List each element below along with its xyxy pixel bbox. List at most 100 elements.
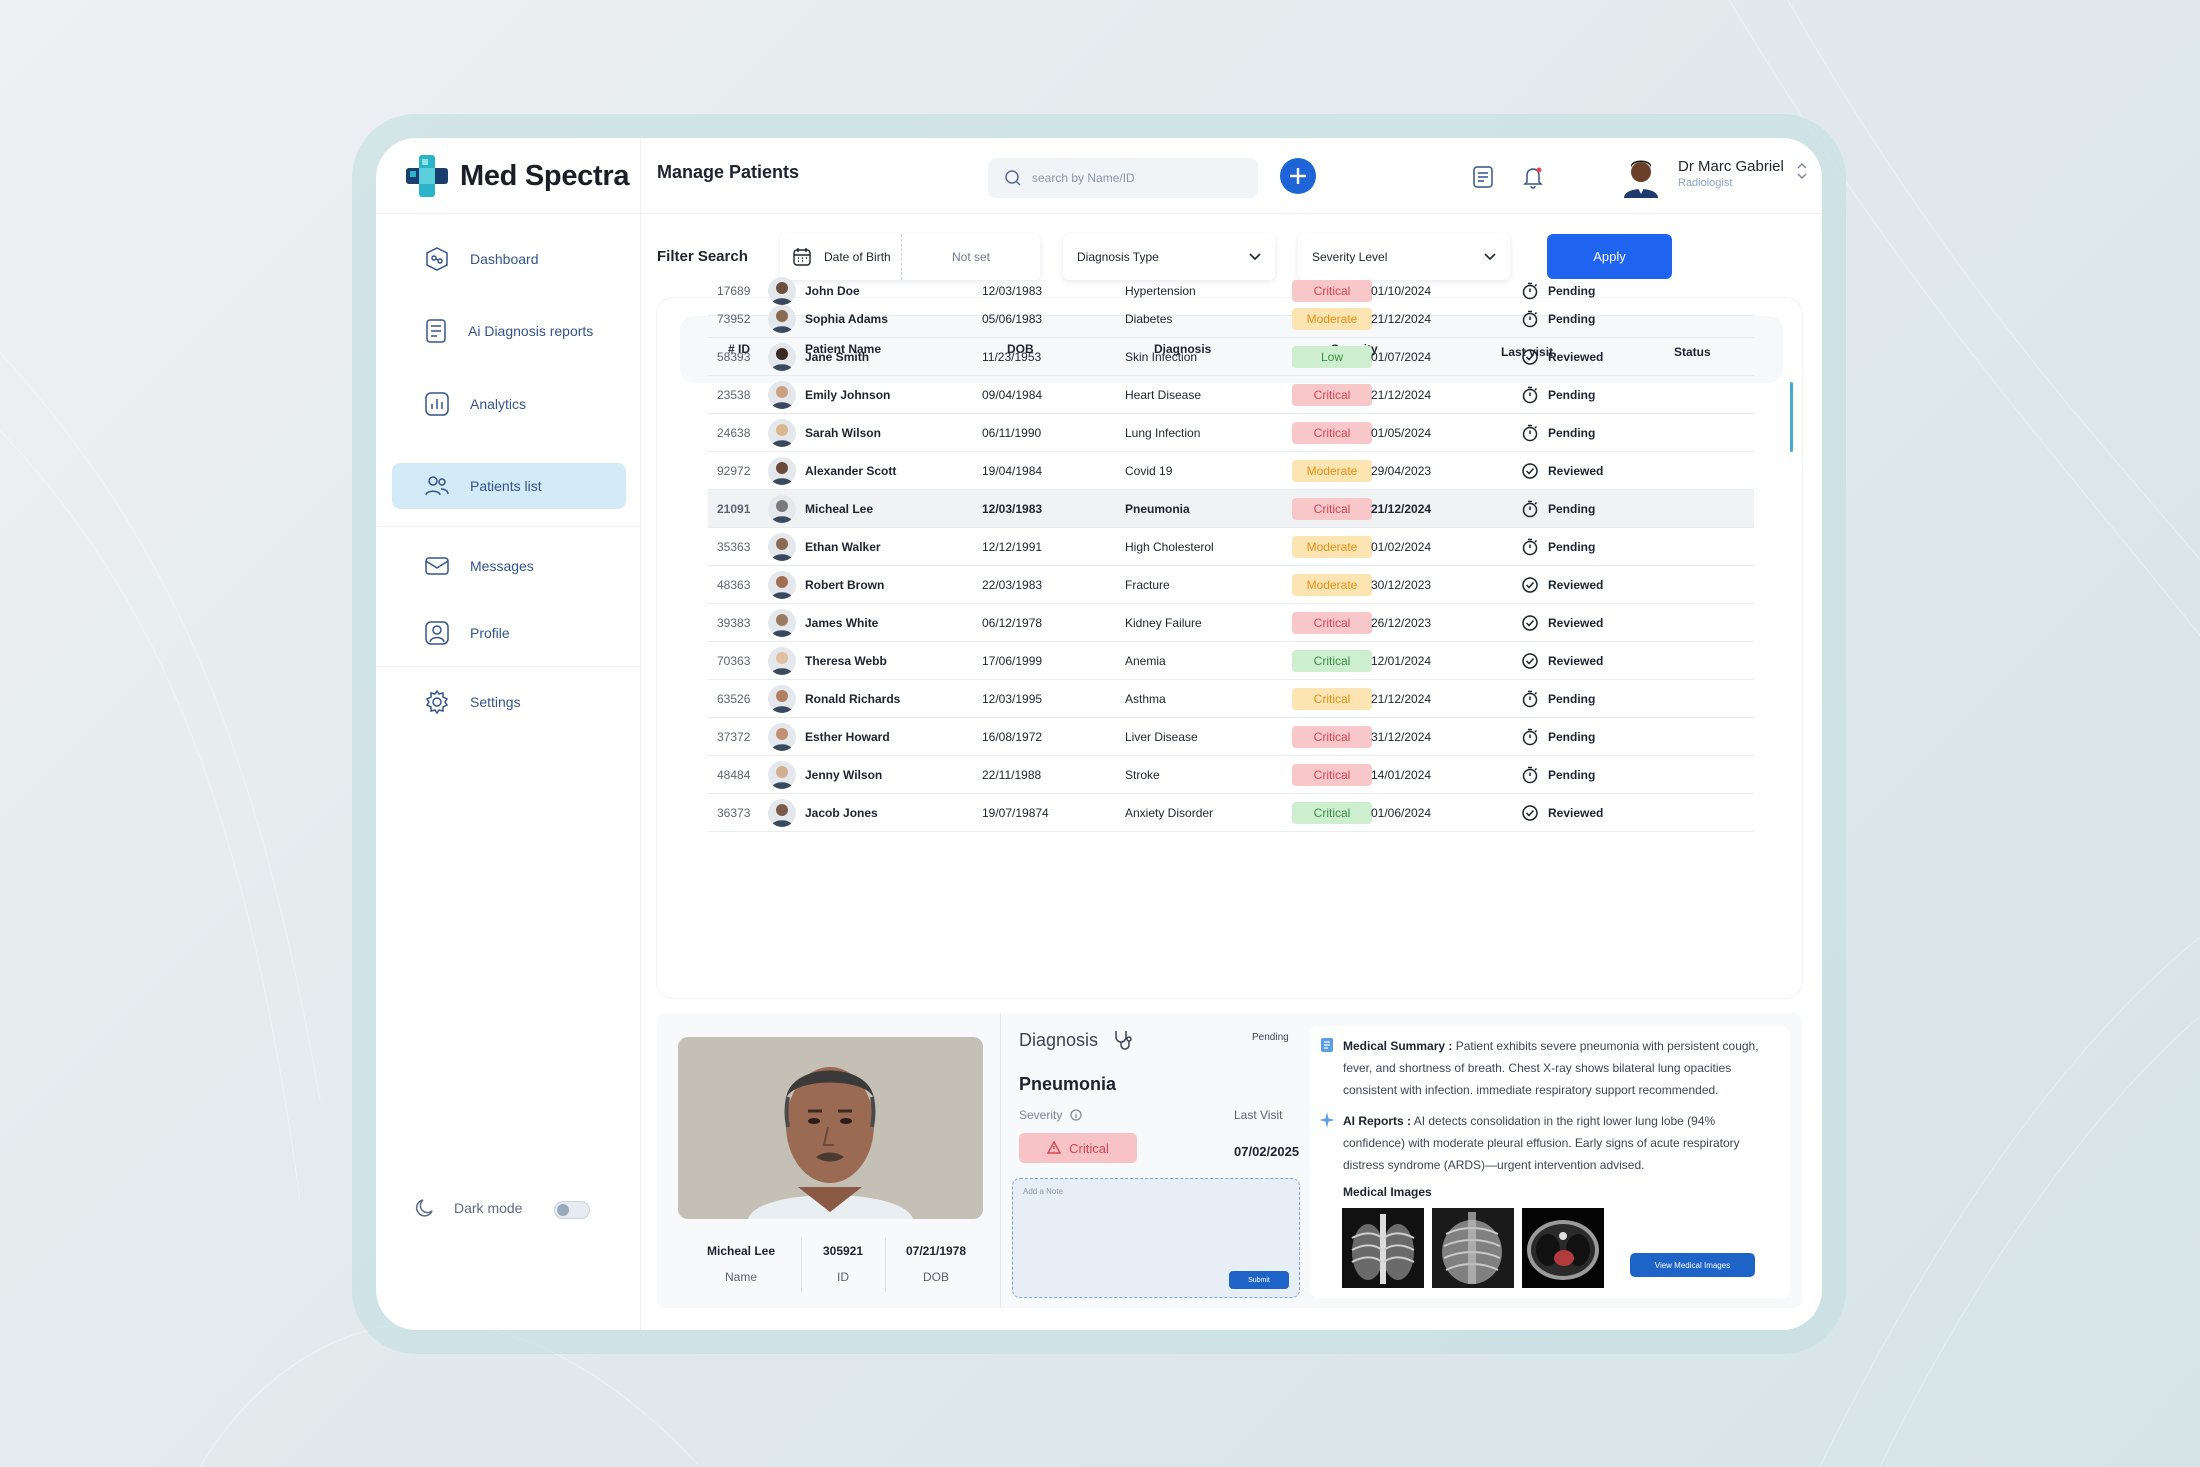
dark-mode-toggle[interactable] bbox=[554, 1201, 590, 1219]
cell-id: 92972 bbox=[717, 464, 751, 478]
submit-note-button[interactable]: Submit bbox=[1229, 1271, 1289, 1289]
chevron-updown-icon[interactable] bbox=[1796, 160, 1808, 182]
table-row[interactable]: 36373 Jacob Jones 19/07/19874 Anxiety Disor… bbox=[708, 794, 1754, 832]
sidebar-item-ai-reports[interactable]: Ai Diagnosis reports bbox=[392, 308, 626, 354]
cell-last-visit: 30/12/2023 bbox=[1371, 578, 1432, 592]
divider bbox=[376, 526, 641, 527]
cell-last-visit: 21/12/2024 bbox=[1371, 312, 1432, 326]
diagnosis-name: Pneumonia bbox=[1019, 1074, 1117, 1094]
dob-filter-label: Date of Birth bbox=[824, 250, 891, 264]
sidebar-item-profile[interactable]: Profile bbox=[392, 610, 626, 656]
cell-dob: 12/03/1995 bbox=[982, 692, 1043, 706]
cell-dob: 05/06/1983 bbox=[982, 312, 1043, 326]
sidebar-item-patients-list[interactable]: Patients list bbox=[392, 463, 626, 509]
note-input[interactable] bbox=[1023, 1187, 1283, 1267]
sidebar-item-messages[interactable]: Messages bbox=[392, 543, 626, 589]
search-box[interactable] bbox=[988, 158, 1258, 198]
xray-thumbnail[interactable] bbox=[1342, 1208, 1424, 1288]
page-title: Manage Patients bbox=[657, 162, 800, 182]
status-label: Pending bbox=[1548, 312, 1596, 326]
check-circle-icon bbox=[1521, 652, 1539, 670]
severity-badge: Critical bbox=[1292, 650, 1372, 672]
severity-badge: Critical bbox=[1292, 280, 1372, 302]
logo[interactable]: Med Spectra bbox=[404, 152, 629, 200]
table-row[interactable]: 73952 Sophia Adams 05/06/1983 Diabetes Moder… bbox=[708, 300, 1754, 338]
sidebar-item-settings[interactable]: Settings bbox=[392, 679, 626, 725]
patient-avatar bbox=[768, 419, 796, 447]
diagnosis-status: Pending bbox=[1252, 1032, 1289, 1043]
cell-id: 48484 bbox=[717, 768, 751, 782]
cell-dob: 12/03/1983 bbox=[982, 502, 1043, 516]
table-row[interactable]: 58393 Jane Smith 11/23/1953 Skin Infection L… bbox=[708, 338, 1754, 376]
severity-badge: Critical bbox=[1292, 384, 1372, 406]
patient-avatar bbox=[768, 761, 796, 789]
status-label: Reviewed bbox=[1548, 654, 1604, 668]
table-row[interactable]: 70363 Theresa Webb 17/06/1999 Anemia Critica… bbox=[708, 642, 1754, 680]
search-input[interactable] bbox=[1032, 171, 1232, 185]
filter-label: Filter Search bbox=[657, 248, 748, 265]
ct-scan-thumbnail[interactable] bbox=[1522, 1208, 1604, 1288]
ai-report-title: AI Reports : bbox=[1343, 1114, 1412, 1128]
patient-avatar bbox=[768, 343, 796, 371]
info-icon[interactable] bbox=[1070, 1109, 1082, 1121]
cell-id: 23538 bbox=[717, 388, 751, 402]
severity-critical-badge[interactable]: Critical bbox=[1019, 1133, 1137, 1163]
patient-avatar bbox=[768, 571, 796, 599]
documents-button[interactable] bbox=[1470, 164, 1496, 190]
cell-id: 63526 bbox=[717, 692, 751, 706]
report-icon bbox=[426, 319, 446, 343]
table-row[interactable]: 24638 Sarah Wilson 06/11/1990 Lung Infectio… bbox=[708, 414, 1754, 452]
table-row[interactable]: 92972 Alexander Scott 19/04/1984 Covid 19 Mo… bbox=[708, 452, 1754, 490]
status-label: Reviewed bbox=[1548, 464, 1604, 478]
cell-diagnosis: Anxiety Disorder bbox=[1125, 806, 1214, 820]
user-avatar[interactable] bbox=[1622, 156, 1660, 198]
cell-patient-name: Ethan Walker bbox=[805, 540, 881, 554]
table-row[interactable]: 21091 Micheal Lee 12/03/1983 Pneumonia Criti… bbox=[708, 490, 1754, 528]
user-role: Radiologist bbox=[1678, 177, 1733, 189]
stopwatch-icon bbox=[1521, 538, 1539, 556]
cell-patient-name: John Doe bbox=[805, 284, 860, 298]
sidebar: Med Spectra Dashboard Ai Diagnosis repor… bbox=[376, 138, 641, 1330]
table-row[interactable]: 48484 Jenny Wilson 22/11/1988 Stroke Critica… bbox=[708, 756, 1754, 794]
cell-diagnosis: Liver Disease bbox=[1125, 730, 1198, 744]
table-row[interactable]: 23538 Emily Johnson 09/04/1984 Heart Diseas… bbox=[708, 376, 1754, 414]
notifications-button[interactable] bbox=[1520, 164, 1546, 190]
ai-report: AI Reports : AI detects consolidation in… bbox=[1343, 1110, 1763, 1176]
stopwatch-icon bbox=[1521, 728, 1539, 746]
cell-last-visit: 01/05/2024 bbox=[1371, 426, 1432, 440]
cell-id: 17689 bbox=[717, 284, 751, 298]
xray-thumbnail[interactable] bbox=[1432, 1208, 1514, 1288]
sidebar-item-dashboard[interactable]: Dashboard bbox=[392, 236, 626, 282]
sidebar-item-label: Analytics bbox=[470, 396, 527, 412]
severity-critical-text: Critical bbox=[1069, 1140, 1109, 1156]
cell-dob: 22/03/1983 bbox=[982, 578, 1043, 592]
add-patient-button[interactable] bbox=[1280, 158, 1316, 194]
patient-name-label: Name bbox=[724, 1270, 757, 1284]
cell-dob: 16/08/1972 bbox=[982, 730, 1043, 744]
divider bbox=[376, 666, 641, 667]
chevron-down-icon bbox=[1484, 253, 1496, 261]
table-row[interactable]: 48363 Robert Brown 22/03/1983 Fracture Moder… bbox=[708, 566, 1754, 604]
cell-id: 48363 bbox=[717, 578, 751, 592]
severity-label-text: Severity bbox=[1019, 1108, 1063, 1122]
cell-last-visit: 29/04/2023 bbox=[1371, 464, 1432, 478]
user-avatar-image bbox=[1624, 160, 1658, 198]
table-row[interactable]: 39383 James White 06/12/1978 Kidney Failure… bbox=[708, 604, 1754, 642]
check-circle-icon bbox=[1521, 614, 1539, 632]
stethoscope-icon bbox=[1115, 1031, 1132, 1050]
document-icon bbox=[1473, 166, 1493, 188]
cell-dob: 19/07/19874 bbox=[982, 806, 1049, 820]
cell-patient-name: Ronald Richards bbox=[805, 692, 901, 706]
cell-id: 35363 bbox=[717, 540, 751, 554]
sidebar-item-label: Ai Diagnosis reports bbox=[468, 323, 594, 339]
view-medical-images-button[interactable]: View Medical Images bbox=[1630, 1253, 1755, 1277]
cell-patient-name: Sophia Adams bbox=[805, 312, 888, 326]
table-scrollbar[interactable] bbox=[1790, 382, 1793, 452]
table-row[interactable]: 37372 Esther Howard 16/08/1972 Liver Diseas… bbox=[708, 718, 1754, 756]
users-icon bbox=[425, 476, 449, 496]
table-row[interactable]: 35363 Ethan Walker 12/12/1991 High Choleste… bbox=[708, 528, 1754, 566]
table-row[interactable]: 63526 Ronald Richards 12/03/1995 Asthma Crit… bbox=[708, 680, 1754, 718]
sidebar-item-analytics[interactable]: Analytics bbox=[392, 381, 626, 427]
cell-patient-name: James White bbox=[805, 616, 879, 630]
divider bbox=[1000, 1013, 1001, 1308]
